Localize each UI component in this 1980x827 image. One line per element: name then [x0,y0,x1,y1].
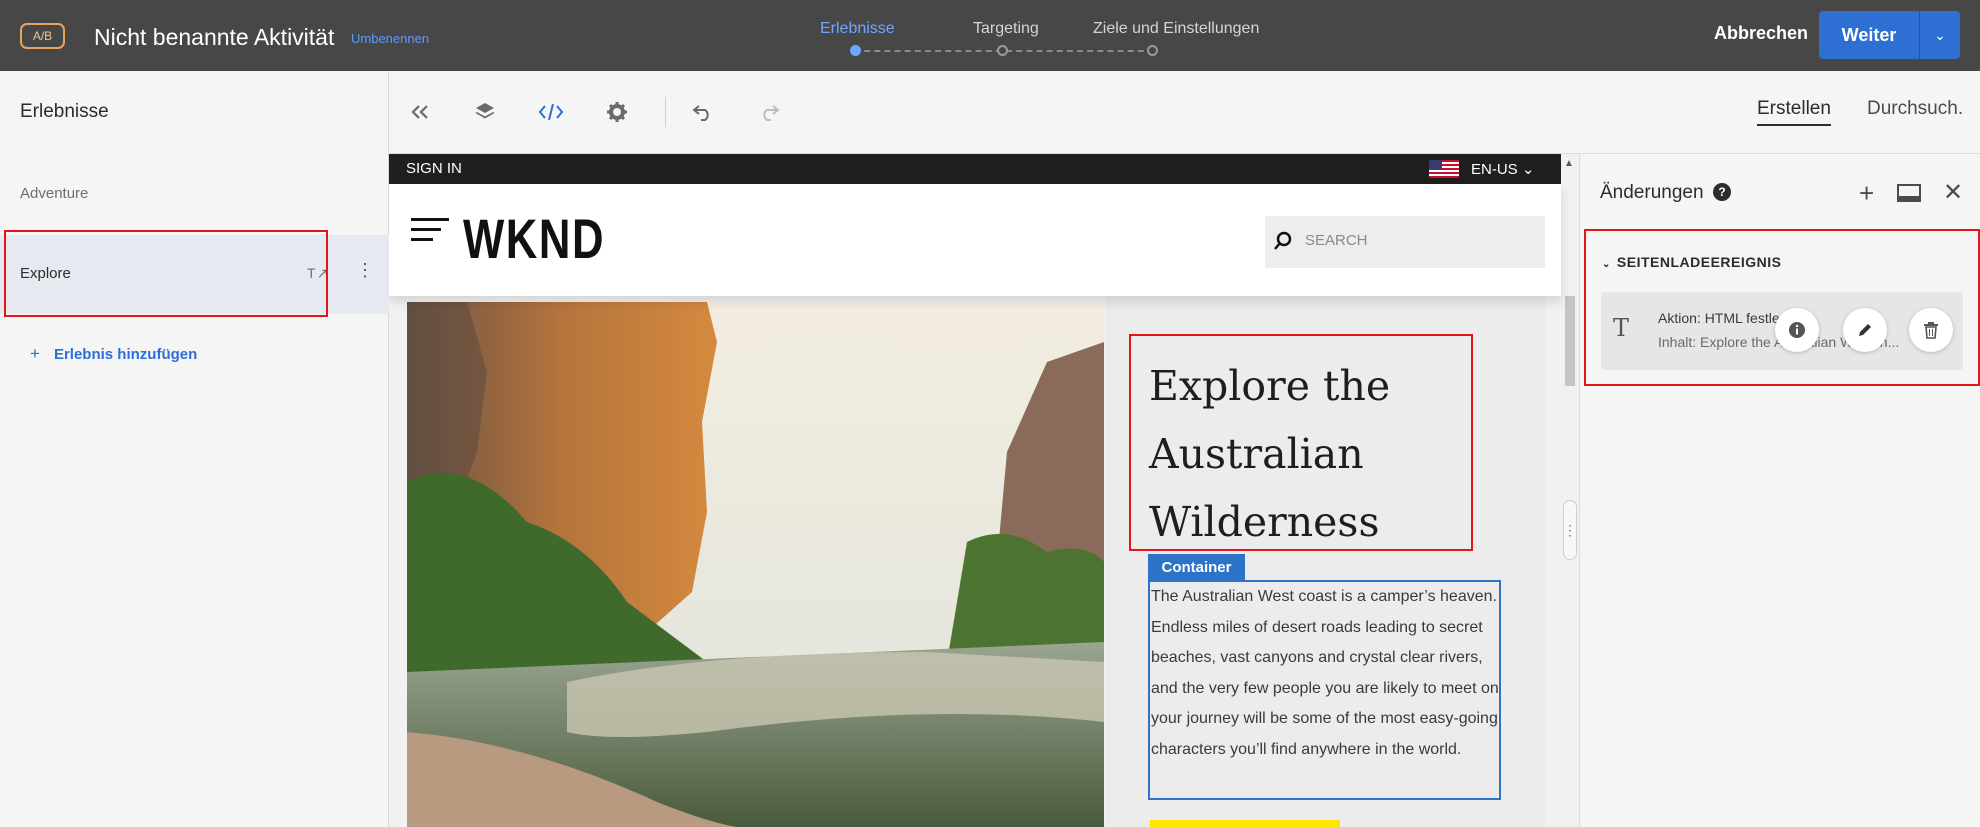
close-icon[interactable]: ✕ [1943,178,1963,207]
sign-in-link[interactable]: SIGN IN [406,160,462,177]
highlight-box [4,230,328,317]
language-selector[interactable]: EN-US ⌄ [1471,160,1534,178]
step-targeting[interactable]: Targeting [973,20,1039,38]
ab-test-badge: A/B [20,23,65,49]
container-tag[interactable]: Container [1148,554,1245,580]
chevron-down-icon: ⌄ [1934,26,1946,43]
panel-resize-handle[interactable]: ⋮ [1563,500,1577,560]
toolbar-divider [665,97,666,127]
next-button-group: Weiter ⌄ [1819,11,1960,59]
preview-scrollbar[interactable] [1561,154,1579,827]
highlight-box [1584,229,1980,386]
site-top-bar: SIGN IN EN-US ⌄ [389,154,1561,184]
step-dot-1 [850,45,861,56]
us-flag-icon [1429,160,1459,178]
changes-title: Änderungen [1600,182,1704,203]
step-goals-settings[interactable]: Ziele und Einstellungen [1093,20,1259,38]
language-label: EN-US [1471,161,1518,178]
top-bar: A/B Nicht benannte Aktivität Umbenennen … [0,0,1980,71]
experience-item-adventure[interactable]: Adventure [20,185,88,202]
code-icon[interactable] [537,98,565,126]
scrollbar-thumb[interactable] [1565,296,1575,386]
hamburger-menu-icon[interactable] [411,218,449,242]
workflow-steps: Erlebnisse Targeting Ziele und Einstellu… [820,18,1260,58]
plus-icon: + [30,344,40,363]
hero-image [407,302,1104,827]
next-button[interactable]: Weiter [1819,11,1919,59]
cta-button[interactable] [1150,820,1340,827]
activity-title: Nicht benannte Aktivität [94,24,335,50]
changes-panel: Änderungen ? + ✕ ⌄ SEITENLADEEREIGNIS T A… [1579,154,1980,827]
editor-toolbar: Erstellen Durchsuch. [389,71,1980,154]
search-icon [1274,231,1292,250]
undo-icon[interactable] [689,98,717,126]
step-experiences[interactable]: Erlebnisse [820,20,895,38]
rename-link[interactable]: Umbenennen [351,31,429,46]
step-dot-3 [1147,45,1158,56]
collapse-icon[interactable] [406,98,434,126]
scroll-up-icon[interactable]: ▲ [1564,158,1574,169]
selected-element-outline [1148,580,1501,800]
add-experience-label: Erlebnis hinzufügen [53,346,198,363]
layers-icon[interactable] [471,98,499,126]
device-preview-icon[interactable] [1897,184,1921,202]
step-dot-2 [997,45,1008,56]
tab-create[interactable]: Erstellen [1757,98,1831,126]
help-icon[interactable]: ? [1713,183,1731,201]
highlight-box [1129,334,1473,551]
site-logo[interactable]: WKND [463,206,605,271]
site-search-box[interactable]: SEARCH [1265,216,1545,268]
redo-icon[interactable] [755,98,783,126]
experiences-sidebar: Erlebnisse Adventure Explore T ↗ ⋮ + Erle… [0,71,389,827]
add-experience-button[interactable]: + Erlebnis hinzufügen [30,344,197,364]
site-search-placeholder: SEARCH [1305,232,1368,249]
tab-browse[interactable]: Durchsuch. [1867,98,1963,120]
add-change-icon[interactable]: + [1859,178,1874,209]
next-dropdown-button[interactable]: ⌄ [1919,11,1960,59]
site-header: WKND SEARCH [389,184,1561,296]
more-options-icon[interactable]: ⋮ [356,261,374,279]
sidebar-title: Erlebnisse [20,101,109,122]
cancel-button[interactable]: Abbrechen [1714,23,1808,44]
chevron-down-icon: ⌄ [1521,161,1535,178]
page-preview: SIGN IN EN-US ⌄ WKND SEARCH Explore the … [389,154,1579,827]
settings-icon[interactable] [603,98,631,126]
